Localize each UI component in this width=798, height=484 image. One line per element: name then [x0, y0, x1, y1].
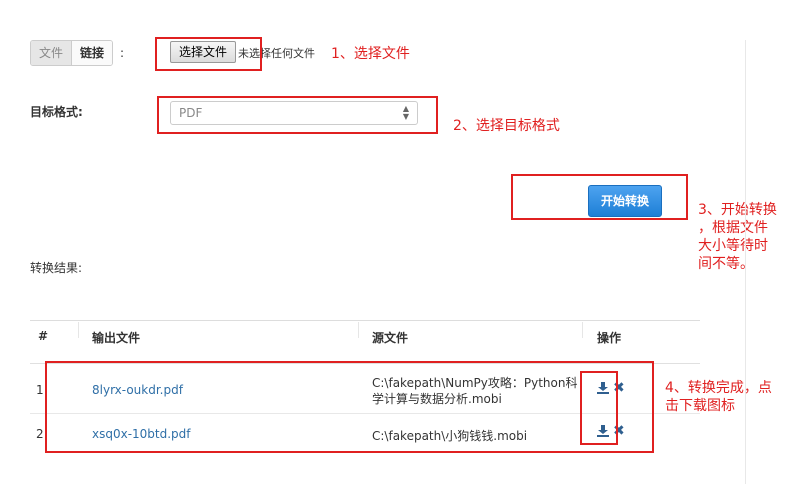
format-label: 目标格式:	[30, 105, 83, 119]
col-header-source: 源文件	[372, 331, 409, 345]
annotation-step3: 3、开始转换 ，根据文件 大小等待时 间不等。	[698, 201, 777, 273]
tab-link[interactable]: 链接	[71, 41, 113, 65]
row-1-index: 1	[36, 383, 44, 397]
annotation-box-4	[45, 361, 654, 453]
annotation-box-3	[511, 174, 688, 220]
annotation-step3-line: 3、开始转换	[698, 202, 777, 218]
col-header-index: #	[38, 329, 49, 343]
col-header-output: 输出文件	[92, 331, 141, 345]
col-header-actions: 操作	[597, 331, 622, 345]
annotation-step2: 2、选择目标格式	[453, 118, 560, 134]
col-separator	[582, 322, 583, 338]
annotation-box-2	[157, 96, 438, 134]
tab-file[interactable]: 文件	[31, 41, 72, 65]
source-colon: :	[120, 46, 125, 60]
col-separator	[358, 322, 359, 338]
annotation-step3-line: ，根据文件	[698, 220, 768, 236]
annotation-step3-line: 间不等。	[698, 256, 754, 272]
annotation-step3-line: 大小等待时	[698, 238, 768, 254]
annotation-step1: 1、选择文件	[331, 46, 410, 62]
col-separator	[78, 322, 79, 338]
results-label: 转换结果:	[30, 261, 83, 275]
annotation-box-icons	[580, 371, 618, 445]
right-divider	[745, 40, 746, 484]
table-top-line	[30, 320, 700, 321]
annotation-step4-line: 击下载图标	[665, 398, 735, 414]
row-2-index: 2	[36, 427, 44, 441]
source-type-toggle: 文件 链接	[30, 40, 114, 66]
annotation-step4-line: 4、转换完成，点	[665, 380, 772, 396]
annotation-box-1	[155, 37, 262, 71]
annotation-step4: 4、转换完成，点 击下载图标	[665, 379, 772, 415]
